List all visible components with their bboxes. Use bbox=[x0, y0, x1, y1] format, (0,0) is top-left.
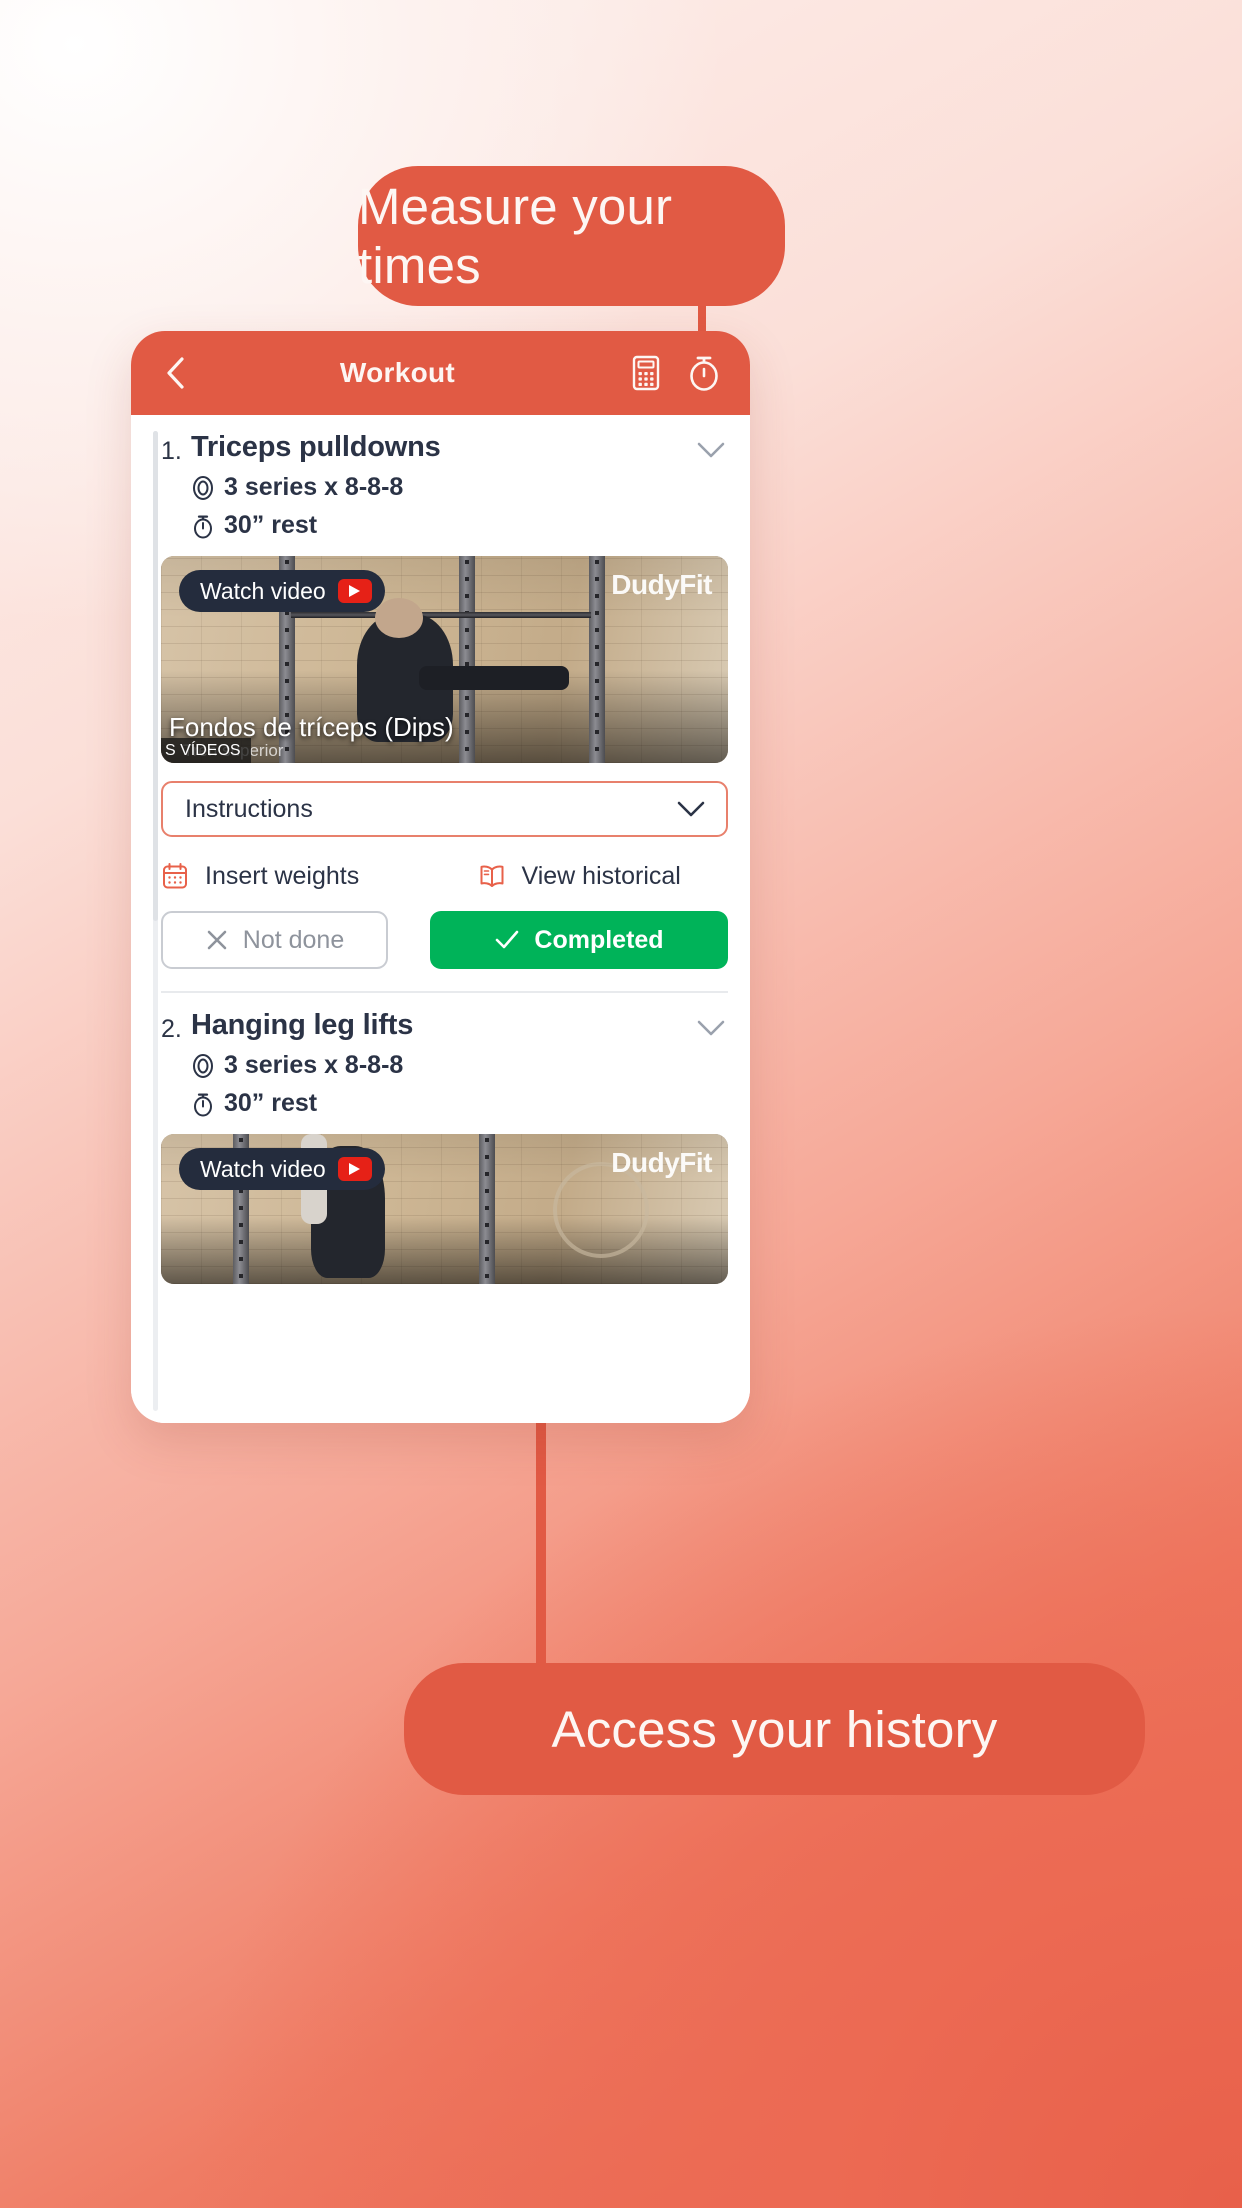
exercise-title: Triceps pulldowns bbox=[191, 431, 441, 463]
instructions-label: Instructions bbox=[185, 794, 313, 823]
rack-post-right bbox=[479, 1134, 495, 1284]
watch-video-button[interactable]: Watch video bbox=[179, 570, 385, 612]
exercise-series: 3 series x 8-8-8 bbox=[191, 1051, 694, 1080]
exercise-video-thumbnail[interactable]: Watch video DudyFit Fondos de tríceps (D… bbox=[161, 556, 728, 763]
view-historical-label: View historical bbox=[521, 861, 681, 890]
rest-timer-icon bbox=[191, 1091, 215, 1117]
rest-timer-icon bbox=[191, 513, 215, 539]
exercise-item-1: 1. Triceps pulldowns 3 series x 8-8-8 30… bbox=[131, 415, 750, 991]
series-text: 3 series x 8-8-8 bbox=[224, 473, 404, 501]
calculator-icon bbox=[632, 355, 660, 391]
app-header: Workout bbox=[131, 331, 750, 415]
callout-access-history: Access your history bbox=[404, 1663, 1145, 1795]
instructions-dropdown[interactable]: Instructions bbox=[161, 781, 728, 837]
exercise-number: 2. bbox=[161, 1015, 182, 1043]
exercise-rest: 30” rest bbox=[191, 1089, 694, 1118]
insert-weights-label: Insert weights bbox=[205, 861, 360, 890]
chevron-down-icon bbox=[697, 1020, 725, 1036]
stopwatch-icon bbox=[690, 356, 718, 391]
exercise-header: 2. Hanging leg lifts 3 series x 8-8-8 30… bbox=[161, 1009, 728, 1118]
check-icon bbox=[496, 930, 519, 949]
rack-post-right bbox=[589, 556, 605, 763]
exercise-item-2: 2. Hanging leg lifts 3 series x 8-8-8 30… bbox=[131, 993, 750, 1284]
exercise-rest: 30” rest bbox=[191, 511, 694, 540]
close-icon bbox=[207, 930, 227, 950]
youtube-play-icon bbox=[337, 579, 372, 603]
athlete-head bbox=[375, 598, 423, 638]
exercise-title: Hanging leg lifts bbox=[191, 1009, 414, 1041]
rest-text: 30” rest bbox=[224, 1089, 318, 1117]
exercise-list[interactable]: 1. Triceps pulldowns 3 series x 8-8-8 30… bbox=[131, 415, 750, 1423]
exercise-status-row: Not done Completed bbox=[161, 911, 728, 991]
exercise-number: 1. bbox=[161, 437, 182, 465]
video-watermark: DudyFit bbox=[611, 569, 712, 600]
rest-text: 30” rest bbox=[224, 511, 318, 539]
callout-bottom-label: Access your history bbox=[551, 1700, 998, 1758]
exercise-header: 1. Triceps pulldowns 3 series x 8-8-8 30… bbox=[161, 431, 728, 540]
barbell bbox=[291, 612, 591, 618]
app-screen-card: Workout 1. Triceps pulldowns 3 series x … bbox=[131, 331, 750, 1423]
exercise-actions: Insert weights View historical bbox=[161, 861, 728, 891]
not-done-button[interactable]: Not done bbox=[161, 911, 388, 969]
dip-handle bbox=[419, 666, 569, 690]
calendar-icon bbox=[161, 861, 189, 891]
completed-label: Completed bbox=[534, 925, 664, 954]
watch-video-label: Watch video bbox=[200, 577, 326, 604]
series-text: 3 series x 8-8-8 bbox=[224, 1051, 404, 1079]
chevron-down-icon bbox=[677, 801, 705, 817]
callout-measure-times: Measure your times bbox=[358, 166, 785, 306]
book-icon bbox=[478, 861, 506, 891]
youtube-play-icon bbox=[337, 1157, 372, 1181]
exercise-series: 3 series x 8-8-8 bbox=[191, 473, 694, 502]
insert-weights-button[interactable]: Insert weights bbox=[161, 861, 412, 891]
watch-video-button[interactable]: Watch video bbox=[179, 1148, 385, 1190]
view-historical-button[interactable]: View historical bbox=[412, 861, 729, 891]
watch-video-label: Watch video bbox=[200, 1155, 326, 1182]
rack-post-mid bbox=[459, 556, 475, 763]
video-watermark: DudyFit bbox=[611, 1147, 712, 1178]
chevron-down-icon bbox=[697, 442, 725, 458]
completed-button[interactable]: Completed bbox=[430, 911, 728, 969]
timer-button[interactable] bbox=[684, 353, 724, 393]
page-title: Workout bbox=[339, 357, 456, 388]
exercise-collapse-toggle[interactable] bbox=[694, 1009, 728, 1043]
series-icon bbox=[191, 1053, 215, 1079]
exercise-video-thumbnail[interactable]: Watch video DudyFit bbox=[161, 1134, 728, 1284]
video-channel-chip: S VÍDEOS bbox=[161, 738, 251, 763]
series-icon bbox=[191, 475, 215, 501]
exercise-collapse-toggle[interactable] bbox=[694, 431, 728, 465]
callout-top-label: Measure your times bbox=[358, 178, 673, 294]
not-done-label: Not done bbox=[242, 925, 345, 954]
calculator-button[interactable] bbox=[626, 353, 666, 393]
chevron-left-icon bbox=[167, 357, 184, 389]
